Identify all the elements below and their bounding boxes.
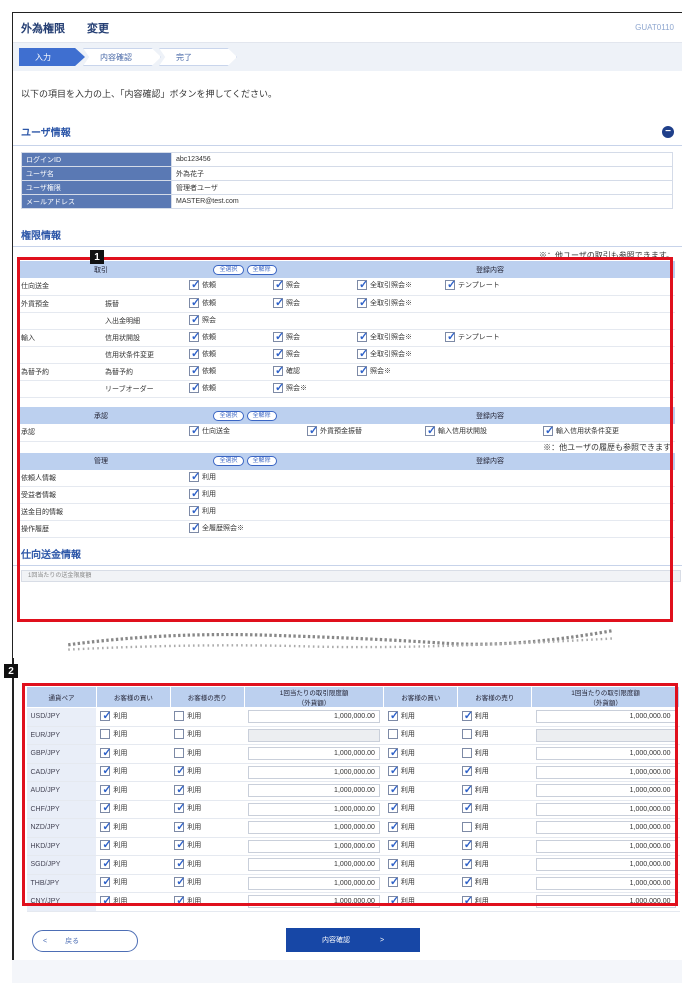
- frame-edge: [12, 658, 14, 983]
- info-row: ログインID abc123456: [21, 152, 673, 167]
- perm-info-heading: 権限情報: [13, 217, 682, 247]
- info-key: メールアドレス: [21, 194, 172, 209]
- section-title: ユーザ情報: [21, 128, 71, 139]
- info-row: ユーザ名 外為花子: [21, 166, 673, 181]
- confirm-button[interactable]: 内容確認 >: [286, 928, 420, 952]
- step-label: 完了: [176, 52, 192, 62]
- step-label: 内容確認: [100, 52, 132, 62]
- step-label: 入力: [35, 52, 51, 62]
- step-indicator: 入力 内容確認 完了: [13, 43, 682, 71]
- info-row: メールアドレス MASTER@test.com: [21, 194, 673, 209]
- user-info-table: ログインID abc123456 ユーザ名 外為花子 ユーザ権限 管理者ユーザ メールアドレ…: [21, 152, 673, 209]
- screen-code: GUAT0110: [635, 23, 674, 32]
- marker-1: 1: [90, 250, 104, 264]
- step-confirm: 内容確認: [83, 48, 161, 66]
- minus-circle-icon[interactable]: −: [662, 125, 674, 138]
- user-info-heading: ユーザ情報 −: [13, 118, 682, 146]
- info-value: abc123456: [171, 152, 673, 167]
- marker-2: 2: [4, 664, 18, 678]
- highlight-box-1: [17, 257, 673, 622]
- info-key: ユーザ名: [21, 166, 172, 181]
- info-value: MASTER@test.com: [171, 194, 673, 209]
- back-label: 戻る: [65, 938, 80, 945]
- footer-bar: [12, 960, 682, 983]
- info-key: ユーザ権限: [21, 180, 172, 195]
- page-subtitle: 変更: [87, 22, 109, 35]
- info-value: 管理者ユーザ: [171, 180, 673, 195]
- back-button[interactable]: < 戻る: [32, 930, 138, 952]
- title-bar: 外為権限 変更 GUAT0110: [13, 13, 682, 43]
- chevron-left-icon: <: [43, 937, 48, 945]
- step-input: 入力: [19, 48, 85, 66]
- chevron-right-icon: >: [379, 936, 385, 944]
- info-value: 外為花子: [171, 166, 673, 181]
- info-key: ログインID: [21, 152, 172, 167]
- step-complete: 完了: [159, 48, 237, 66]
- highlight-box-2: [22, 683, 678, 906]
- info-row: ユーザ権限 管理者ユーザ: [21, 180, 673, 195]
- instruction-text: 以下の項目を入力の上、「内容確認」ボタンを押してください。: [21, 89, 277, 99]
- page-title: 外為権限: [21, 22, 65, 35]
- confirm-label: 内容確認: [321, 937, 350, 944]
- page-break-tear: [67, 628, 615, 651]
